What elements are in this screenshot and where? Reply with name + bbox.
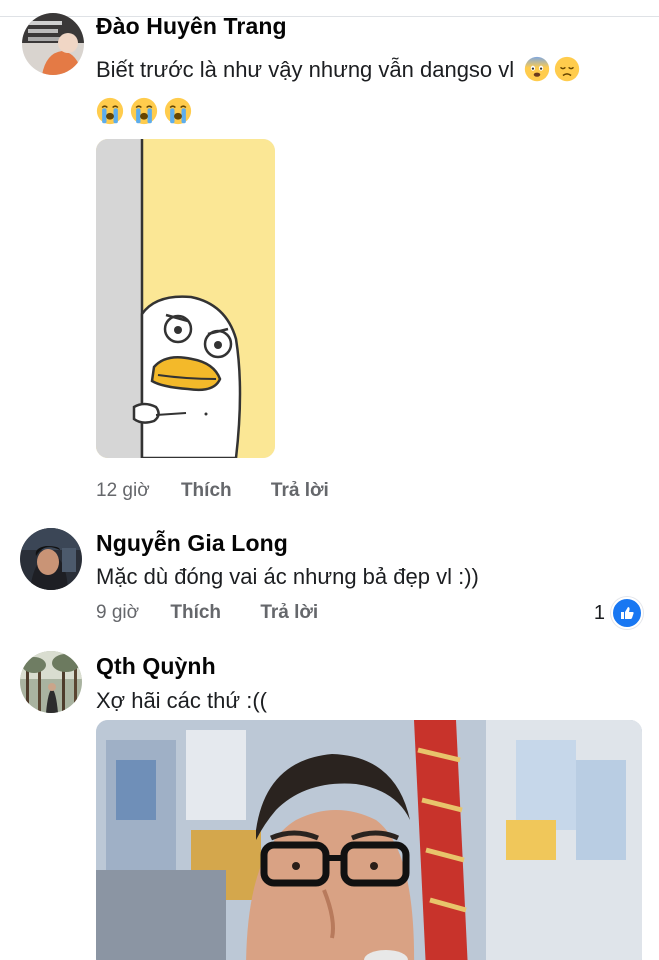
avatar[interactable] <box>22 13 84 75</box>
comments-feed: Đào Huyên Trang Biết trước là như vậy nh… <box>0 0 659 960</box>
loudly-crying-face-emoji <box>96 97 124 125</box>
fearful-face-emoji <box>524 56 550 82</box>
comment-time[interactable]: 12 giờ <box>96 480 150 501</box>
reply-button[interactable]: Trả lời <box>260 602 318 623</box>
disappointed-face-emoji <box>554 56 580 82</box>
reaction-count: 1 <box>593 601 605 624</box>
reaction-summary[interactable]: 1 <box>594 597 643 629</box>
comment-text-content: Biết trước là như vậy nhưng vẫn dangso v… <box>96 57 515 82</box>
comment-time[interactable]: 9 giờ <box>96 602 139 623</box>
comment-meta: 9 giờ Thích Trả lời <box>96 602 352 624</box>
loudly-crying-face-emoji <box>164 97 192 125</box>
comment-text: Mặc dù đóng vai ác nhưng bả đẹp vl :)) <box>96 564 479 589</box>
comment-text: Xợ hãi các thứ :(( <box>96 688 267 713</box>
like-button[interactable]: Thích <box>181 480 232 501</box>
comment-meta: 12 giờ Thích Trả lời <box>96 480 363 502</box>
comment-text: Biết trước là như vậy nhưng vẫn dangso v… <box>96 56 580 83</box>
avatar[interactable] <box>20 528 82 590</box>
loudly-crying-face-emoji <box>130 97 158 125</box>
reply-button[interactable]: Trả lời <box>271 480 329 501</box>
like-icon <box>611 597 643 629</box>
comment-author[interactable]: Đào Huyên Trang <box>96 13 287 40</box>
avatar[interactable] <box>20 651 82 713</box>
emoji-row <box>96 97 192 125</box>
comment-author[interactable]: Qth Quỳnh <box>96 653 216 680</box>
like-button[interactable]: Thích <box>170 602 221 623</box>
duck-peeking-sticker[interactable] <box>96 139 275 458</box>
man-with-glasses-photo[interactable] <box>96 720 642 960</box>
comment-author[interactable]: Nguyễn Gia Long <box>96 530 288 557</box>
